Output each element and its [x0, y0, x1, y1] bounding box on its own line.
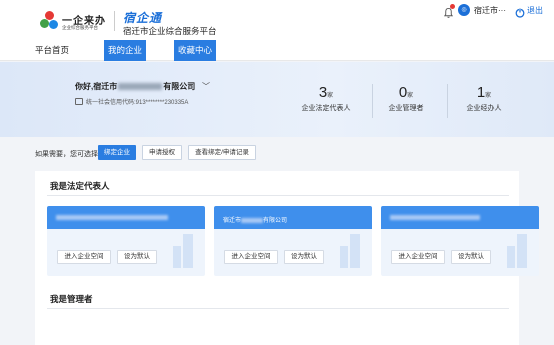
- logo-sub-text: 企业综合服务平台: [62, 25, 98, 30]
- set-default-button[interactable]: 设为默认: [117, 250, 157, 264]
- chevron-down-icon[interactable]: ﹀: [202, 81, 210, 92]
- card-company-name: [390, 215, 480, 221]
- apply-authorization-button[interactable]: 申请授权: [142, 145, 182, 160]
- building-icon: [173, 232, 195, 268]
- view-records-button[interactable]: 查看绑定/申请记录: [188, 145, 256, 160]
- section-divider: [47, 308, 509, 309]
- enterprise-card[interactable]: 进入企业空间 设为默认: [381, 206, 539, 276]
- credit-code: 统一社会信用代码:913********230335A: [86, 100, 189, 106]
- stat-value: 3: [318, 84, 328, 101]
- card-name-visible: 宿迁市: [223, 218, 242, 224]
- stat-value: 0: [398, 84, 408, 101]
- nav-item-home[interactable]: 平台首页: [35, 40, 69, 61]
- yiqilaiban-logo-icon[interactable]: [40, 11, 60, 31]
- stat-label: 企业经办人: [466, 105, 502, 112]
- stat-label: 企业法定代表人: [301, 105, 351, 112]
- brand-title[interactable]: 宿企通: [123, 9, 162, 26]
- id-card-icon: [75, 98, 83, 105]
- enterprise-card[interactable]: 进入企业空间 设为默认: [47, 206, 205, 276]
- brand-divider: [114, 11, 115, 31]
- redacted-name: [56, 215, 168, 220]
- logout-icon[interactable]: [515, 5, 525, 18]
- redacted-name: [118, 83, 163, 91]
- greeting-suffix: 有限公司: [163, 82, 196, 91]
- notification-dot: [450, 4, 455, 9]
- section-divider: [47, 195, 509, 196]
- redacted-name: [390, 215, 480, 220]
- building-icon: [340, 232, 362, 268]
- redacted-name: [241, 217, 264, 223]
- stat-agent[interactable]: 1家 企业经办人: [459, 84, 509, 113]
- action-tip: 如果需要，您可选择: [35, 151, 98, 158]
- card-name-tail: 有限公司: [263, 218, 288, 224]
- stat-unit: 家: [327, 93, 334, 99]
- greeting-prefix: 你好,宿迁市: [75, 82, 118, 91]
- nav-item-my-enterprise[interactable]: 我的企业: [104, 40, 147, 61]
- card-company-name: [56, 215, 168, 221]
- avatar[interactable]: ◎: [458, 4, 470, 16]
- main-nav: 平台首页 我的企业 收藏中心: [0, 40, 554, 61]
- greeting-text: 你好,宿迁市 有限公司: [75, 81, 195, 92]
- stat-unit: 家: [407, 93, 414, 99]
- stat-label: 企业管理者: [388, 105, 424, 112]
- stat-manager[interactable]: 0家 企业管理者: [381, 84, 431, 113]
- stat-legal-rep[interactable]: 3家 企业法定代表人: [296, 84, 356, 113]
- logout-link[interactable]: 退出: [527, 5, 543, 16]
- building-icon: [507, 232, 529, 268]
- stat-unit: 家: [485, 93, 492, 99]
- stat-divider: [447, 84, 448, 118]
- card-company-name: 宿迁市 有限公司: [223, 215, 287, 224]
- enter-space-button[interactable]: 进入企业空间: [224, 250, 278, 264]
- section-title-manager: 我是管理者: [50, 294, 93, 304]
- top-header: 一企来办 企业综合服务平台 宿企通 宿迁市企业综合服务平台 ◎ 宿迁市··· 退…: [0, 0, 554, 40]
- bind-enterprise-button[interactable]: 绑定企业: [98, 145, 136, 160]
- enter-space-button[interactable]: 进入企业空间: [57, 250, 111, 264]
- nav-item-favorites[interactable]: 收藏中心: [174, 40, 217, 61]
- set-default-button[interactable]: 设为默认: [284, 250, 324, 264]
- brand-subtitle: 宿迁市企业综合服务平台: [123, 26, 217, 36]
- stat-divider: [372, 84, 373, 118]
- enter-space-button[interactable]: 进入企业空间: [391, 250, 445, 264]
- stat-value: 1: [476, 84, 486, 101]
- section-title-legal-rep: 我是法定代表人: [50, 181, 110, 191]
- user-name[interactable]: 宿迁市···: [474, 5, 506, 16]
- enterprise-card[interactable]: 宿迁市 有限公司 进入企业空间 设为默认: [214, 206, 372, 276]
- set-default-button[interactable]: 设为默认: [451, 250, 491, 264]
